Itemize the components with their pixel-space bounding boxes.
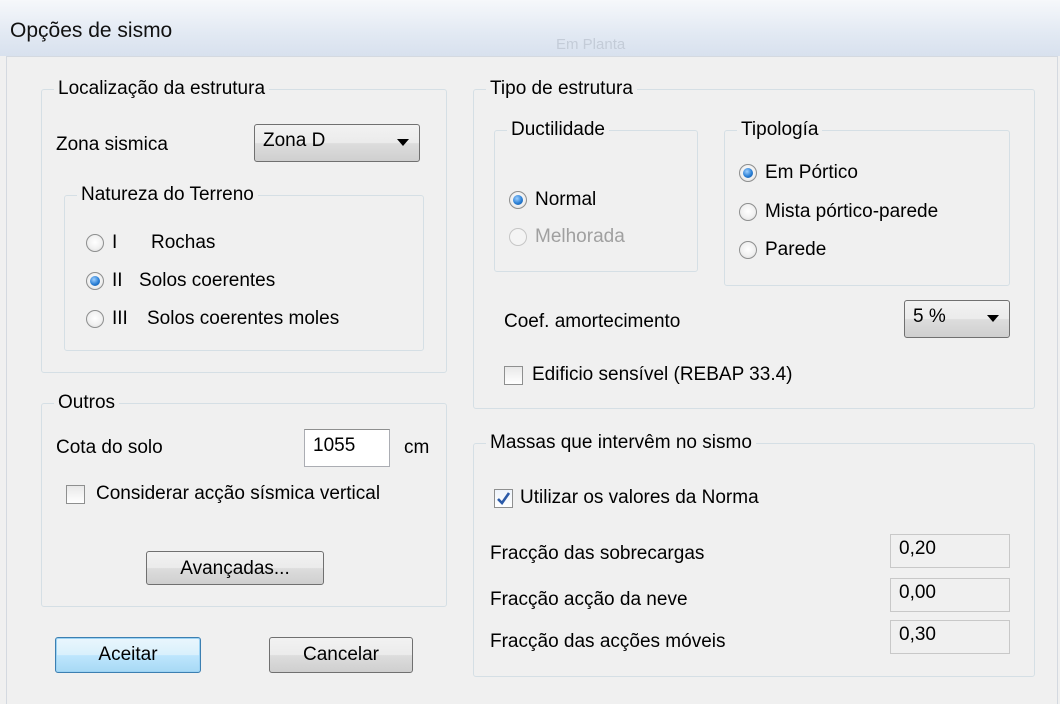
ductility-group: Ductilidade Normal Melhorada: [494, 119, 698, 272]
seismic-zone-value: Zona D: [263, 130, 326, 151]
advanced-button[interactable]: Avançadas...: [146, 551, 324, 585]
structure-group: Tipo de estrutura Ductilidade Normal Mel…: [473, 78, 1035, 409]
use-norm-label[interactable]: Utilizar os valores da Norma: [520, 487, 759, 509]
background-window-text: Em Planta: [556, 36, 626, 53]
damping-value: 5 %: [913, 306, 946, 327]
masses-group-label: Massas que intervêm no sismo: [486, 432, 756, 454]
typology-label-frame[interactable]: Em Pórtico: [765, 162, 858, 184]
ductility-radio-improved[interactable]: [509, 228, 527, 246]
soil-radio-i[interactable]: [86, 234, 104, 252]
others-group-label: Outros: [54, 392, 120, 414]
soil-group: Natureza do Terreno I Rochas II Solos co…: [64, 184, 424, 351]
typology-label-mixed[interactable]: Mista pórtico-parede: [765, 201, 938, 223]
dialog-body: Localização da estrutura Zona sismica Zo…: [6, 56, 1058, 704]
vertical-action-checkbox[interactable]: [66, 485, 85, 504]
ductility-radio-normal[interactable]: [509, 191, 527, 209]
others-group: Outros Cota do solo 1055 cm Considerar a…: [41, 392, 447, 607]
sensitive-building-checkbox[interactable]: [504, 366, 523, 385]
ductility-group-label: Ductilidade: [507, 119, 609, 141]
typology-radio-mixed[interactable]: [739, 203, 757, 221]
soil-group-label: Natureza do Terreno: [77, 184, 258, 206]
soil-numeral-i: I: [112, 232, 118, 253]
structure-group-label: Tipo de estrutura: [486, 78, 637, 100]
snow-fraction-value: 0,00: [899, 582, 936, 603]
overload-fraction-label: Fracção das sobrecargas: [490, 543, 705, 564]
masses-group: Massas que intervêm no sismo Utilizar os…: [473, 432, 1035, 677]
typology-group-label: Tipología: [737, 119, 823, 141]
seismic-zone-select[interactable]: Zona D: [254, 124, 420, 162]
window-title: Opções de sismo: [10, 19, 173, 42]
chevron-down-icon: [987, 315, 999, 322]
location-group: Localização da estrutura Zona sismica Zo…: [41, 78, 447, 373]
check-mark-icon: [497, 492, 511, 506]
vertical-action-label[interactable]: Considerar acção sísmica vertical: [96, 483, 380, 505]
chevron-down-icon: [397, 139, 409, 146]
location-group-label: Localização da estrutura: [54, 78, 270, 100]
mobile-fraction-field: 0,30: [890, 620, 1010, 654]
snow-fraction-label: Fracção acção da neve: [490, 589, 688, 610]
seismic-zone-label: Zona sismica: [56, 134, 168, 155]
typology-group: Tipología Em Pórtico Mista pórtico-pared…: [724, 119, 1010, 286]
overload-fraction-value: 0,20: [899, 538, 936, 559]
soil-label-iii[interactable]: Solos coerentes moles: [147, 308, 339, 330]
typology-radio-frame[interactable]: [739, 164, 757, 182]
title-bar[interactable]: Opções de sismo Em Planta: [0, 0, 1060, 56]
ground-level-value: 1055: [313, 435, 356, 456]
ground-level-unit: cm: [404, 437, 430, 458]
damping-label: Coef. amortecimento: [504, 311, 681, 332]
sensitive-building-label[interactable]: Edificio sensível (REBAP 33.4): [532, 364, 793, 386]
cancel-button[interactable]: Cancelar: [269, 637, 413, 673]
soil-label-ii[interactable]: Solos coerentes: [139, 270, 275, 292]
use-norm-checkbox[interactable]: [494, 489, 513, 508]
soil-label-i[interactable]: Rochas: [151, 232, 215, 254]
mobile-fraction-label: Fracção das acções móveis: [490, 631, 726, 652]
ground-level-label: Cota do solo: [56, 437, 163, 458]
soil-numeral-ii: II: [112, 270, 123, 291]
typology-label-wall[interactable]: Parede: [765, 239, 826, 261]
overload-fraction-field: 0,20: [890, 534, 1010, 568]
ductility-label-normal[interactable]: Normal: [535, 189, 596, 211]
mobile-fraction-value: 0,30: [899, 624, 936, 645]
ductility-label-improved[interactable]: Melhorada: [535, 226, 625, 248]
soil-numeral-iii: III: [112, 308, 128, 329]
snow-fraction-field: 0,00: [890, 578, 1010, 612]
typology-radio-wall[interactable]: [739, 241, 757, 259]
ground-level-input[interactable]: 1055: [304, 429, 390, 467]
damping-select[interactable]: 5 %: [904, 300, 1010, 338]
accept-button[interactable]: Aceitar: [55, 637, 201, 673]
soil-radio-iii[interactable]: [86, 310, 104, 328]
soil-radio-ii[interactable]: [86, 272, 104, 290]
